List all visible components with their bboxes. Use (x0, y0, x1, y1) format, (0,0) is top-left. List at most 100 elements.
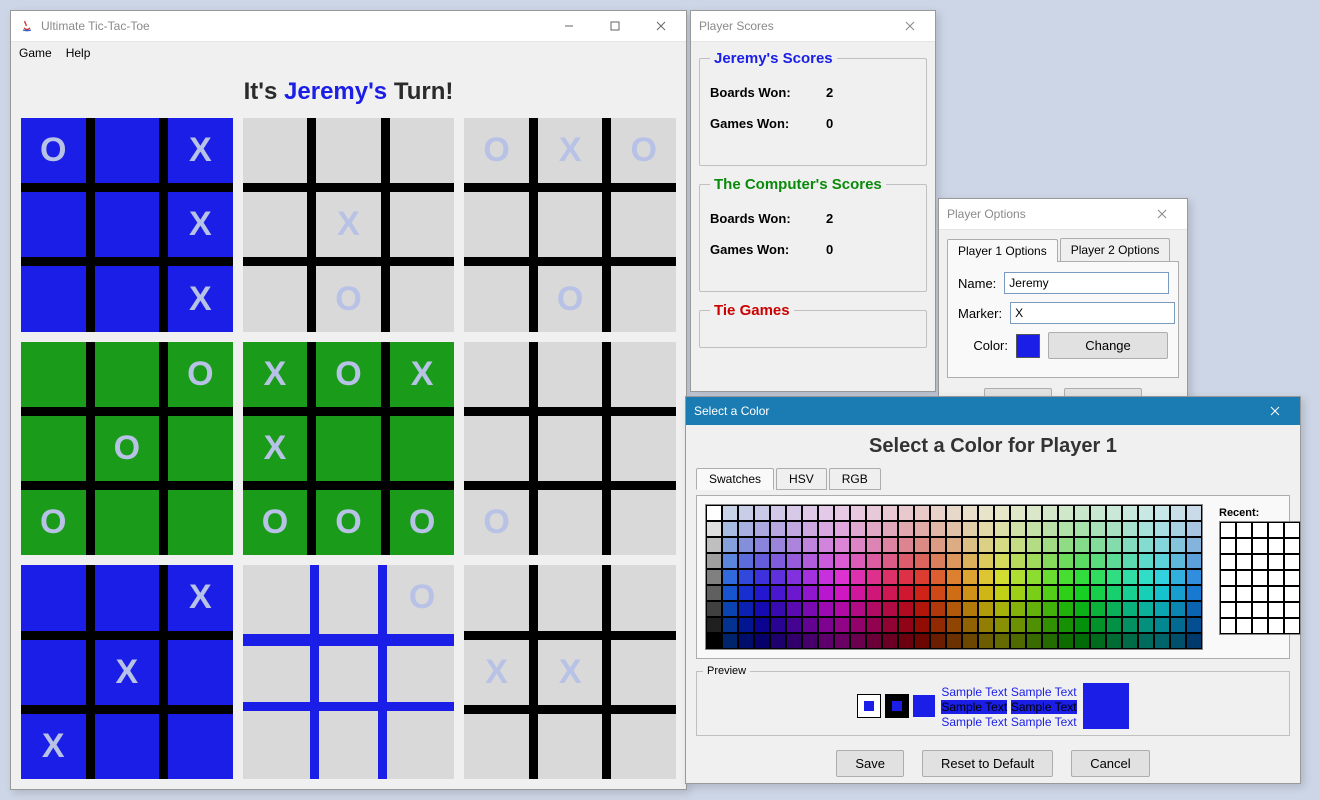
color-swatch-cell[interactable] (898, 633, 914, 649)
color-swatch-cell[interactable] (1058, 505, 1074, 521)
color-swatch-cell[interactable] (770, 537, 786, 553)
color-swatch-cell[interactable] (882, 505, 898, 521)
color-swatch-cell[interactable] (706, 601, 722, 617)
color-swatch-cell[interactable] (1058, 569, 1074, 585)
color-swatch-cell[interactable] (1010, 617, 1026, 633)
cell-7-3[interactable] (243, 640, 308, 705)
color-swatch-cell[interactable] (850, 569, 866, 585)
color-swatch-cell[interactable] (1010, 569, 1026, 585)
color-swatch-cell[interactable] (770, 521, 786, 537)
recent-color-cell[interactable] (1284, 602, 1300, 618)
color-swatch-cell[interactable] (962, 601, 978, 617)
color-swatch-cell[interactable] (754, 601, 770, 617)
cell-6-8[interactable] (168, 714, 233, 779)
color-swatch-cell[interactable] (1058, 521, 1074, 537)
color-swatch-cell[interactable] (834, 505, 850, 521)
color-swatch-cell[interactable] (1042, 569, 1058, 585)
color-swatch-cell[interactable] (850, 585, 866, 601)
color-swatch-cell[interactable] (1042, 537, 1058, 553)
color-swatch-cell[interactable] (1042, 601, 1058, 617)
color-swatch-cell[interactable] (1138, 569, 1154, 585)
recent-color-cell[interactable] (1268, 538, 1284, 554)
color-swatch-cell[interactable] (946, 553, 962, 569)
color-swatch-cell[interactable] (1154, 521, 1170, 537)
cell-4-8[interactable]: O (390, 490, 455, 555)
color-swatch-cell[interactable] (946, 633, 962, 649)
color-swatch-cell[interactable] (1170, 553, 1186, 569)
color-swatch-cell[interactable] (1138, 585, 1154, 601)
cell-8-8[interactable] (611, 714, 676, 779)
color-swatch-cell[interactable] (898, 601, 914, 617)
close-button[interactable] (1139, 199, 1185, 229)
color-swatch-cell[interactable] (1106, 601, 1122, 617)
cell-2-4[interactable] (538, 192, 603, 257)
color-swatch-cell[interactable] (914, 537, 930, 553)
color-swatch-cell[interactable] (1074, 553, 1090, 569)
color-swatch-cell[interactable] (1074, 505, 1090, 521)
color-swatch-cell[interactable] (1186, 521, 1202, 537)
cell-5-5[interactable] (611, 416, 676, 481)
color-swatch-cell[interactable] (1138, 505, 1154, 521)
cell-3-0[interactable] (21, 342, 86, 407)
recent-color-cell[interactable] (1284, 554, 1300, 570)
color-swatch-cell[interactable] (978, 553, 994, 569)
color-swatch-cell[interactable] (1138, 521, 1154, 537)
color-swatch-cell[interactable] (994, 601, 1010, 617)
cell-1-7[interactable]: O (316, 266, 381, 331)
cell-7-4[interactable] (316, 640, 381, 705)
color-swatch-cell[interactable] (722, 505, 738, 521)
color-swatch-cell[interactable] (706, 617, 722, 633)
color-swatch-cell[interactable] (1186, 553, 1202, 569)
cell-6-2[interactable]: X (168, 565, 233, 630)
color-swatch-cell[interactable] (882, 569, 898, 585)
save-button[interactable]: Save (836, 750, 904, 777)
color-swatch-cell[interactable] (962, 521, 978, 537)
color-swatch-cell[interactable] (706, 505, 722, 521)
color-swatch-cell[interactable] (1106, 617, 1122, 633)
color-swatch-cell[interactable] (818, 601, 834, 617)
color-swatch-cell[interactable] (1026, 585, 1042, 601)
color-swatch-cell[interactable] (1010, 537, 1026, 553)
cell-2-8[interactable] (611, 266, 676, 331)
color-swatch-cell[interactable] (882, 617, 898, 633)
color-swatch-cell[interactable] (962, 537, 978, 553)
cell-7-1[interactable] (316, 565, 381, 630)
color-swatch-cell[interactable] (834, 617, 850, 633)
color-swatch-cell[interactable] (738, 617, 754, 633)
color-swatch-cell[interactable] (802, 521, 818, 537)
cell-1-4[interactable]: X (316, 192, 381, 257)
color-swatch-cell[interactable] (1074, 633, 1090, 649)
cell-8-5[interactable] (611, 640, 676, 705)
recent-color-cell[interactable] (1284, 618, 1300, 634)
color-swatch-cell[interactable] (738, 505, 754, 521)
cell-8-6[interactable] (464, 714, 529, 779)
recent-color-cell[interactable] (1268, 522, 1284, 538)
color-swatch-cell[interactable] (1106, 521, 1122, 537)
cell-5-2[interactable] (611, 342, 676, 407)
cancel-button[interactable]: Cancel (1071, 750, 1149, 777)
cell-2-3[interactable] (464, 192, 529, 257)
name-field[interactable] (1004, 272, 1169, 294)
color-swatch-cell[interactable] (1074, 617, 1090, 633)
color-swatch-cell[interactable] (1058, 617, 1074, 633)
recent-color-cell[interactable] (1284, 522, 1300, 538)
color-swatch-cell[interactable] (1042, 633, 1058, 649)
color-swatch-cell[interactable] (802, 537, 818, 553)
color-swatch-cell[interactable] (962, 569, 978, 585)
color-swatch-cell[interactable] (866, 617, 882, 633)
color-swatch-cell[interactable] (1042, 553, 1058, 569)
color-swatch-cell[interactable] (1138, 617, 1154, 633)
color-swatch-cell[interactable] (850, 521, 866, 537)
color-swatch-cell[interactable] (882, 521, 898, 537)
color-swatch-cell[interactable] (898, 617, 914, 633)
color-swatch-cell[interactable] (866, 505, 882, 521)
maximize-button[interactable] (592, 11, 638, 41)
color-swatch-cell[interactable] (754, 521, 770, 537)
cell-3-7[interactable] (95, 490, 160, 555)
color-swatch-cell[interactable] (994, 537, 1010, 553)
color-swatch-cell[interactable] (706, 553, 722, 569)
color-swatch-cell[interactable] (930, 521, 946, 537)
color-swatch-cell[interactable] (786, 633, 802, 649)
color-swatch-cell[interactable] (706, 569, 722, 585)
color-swatch-cell[interactable] (770, 585, 786, 601)
